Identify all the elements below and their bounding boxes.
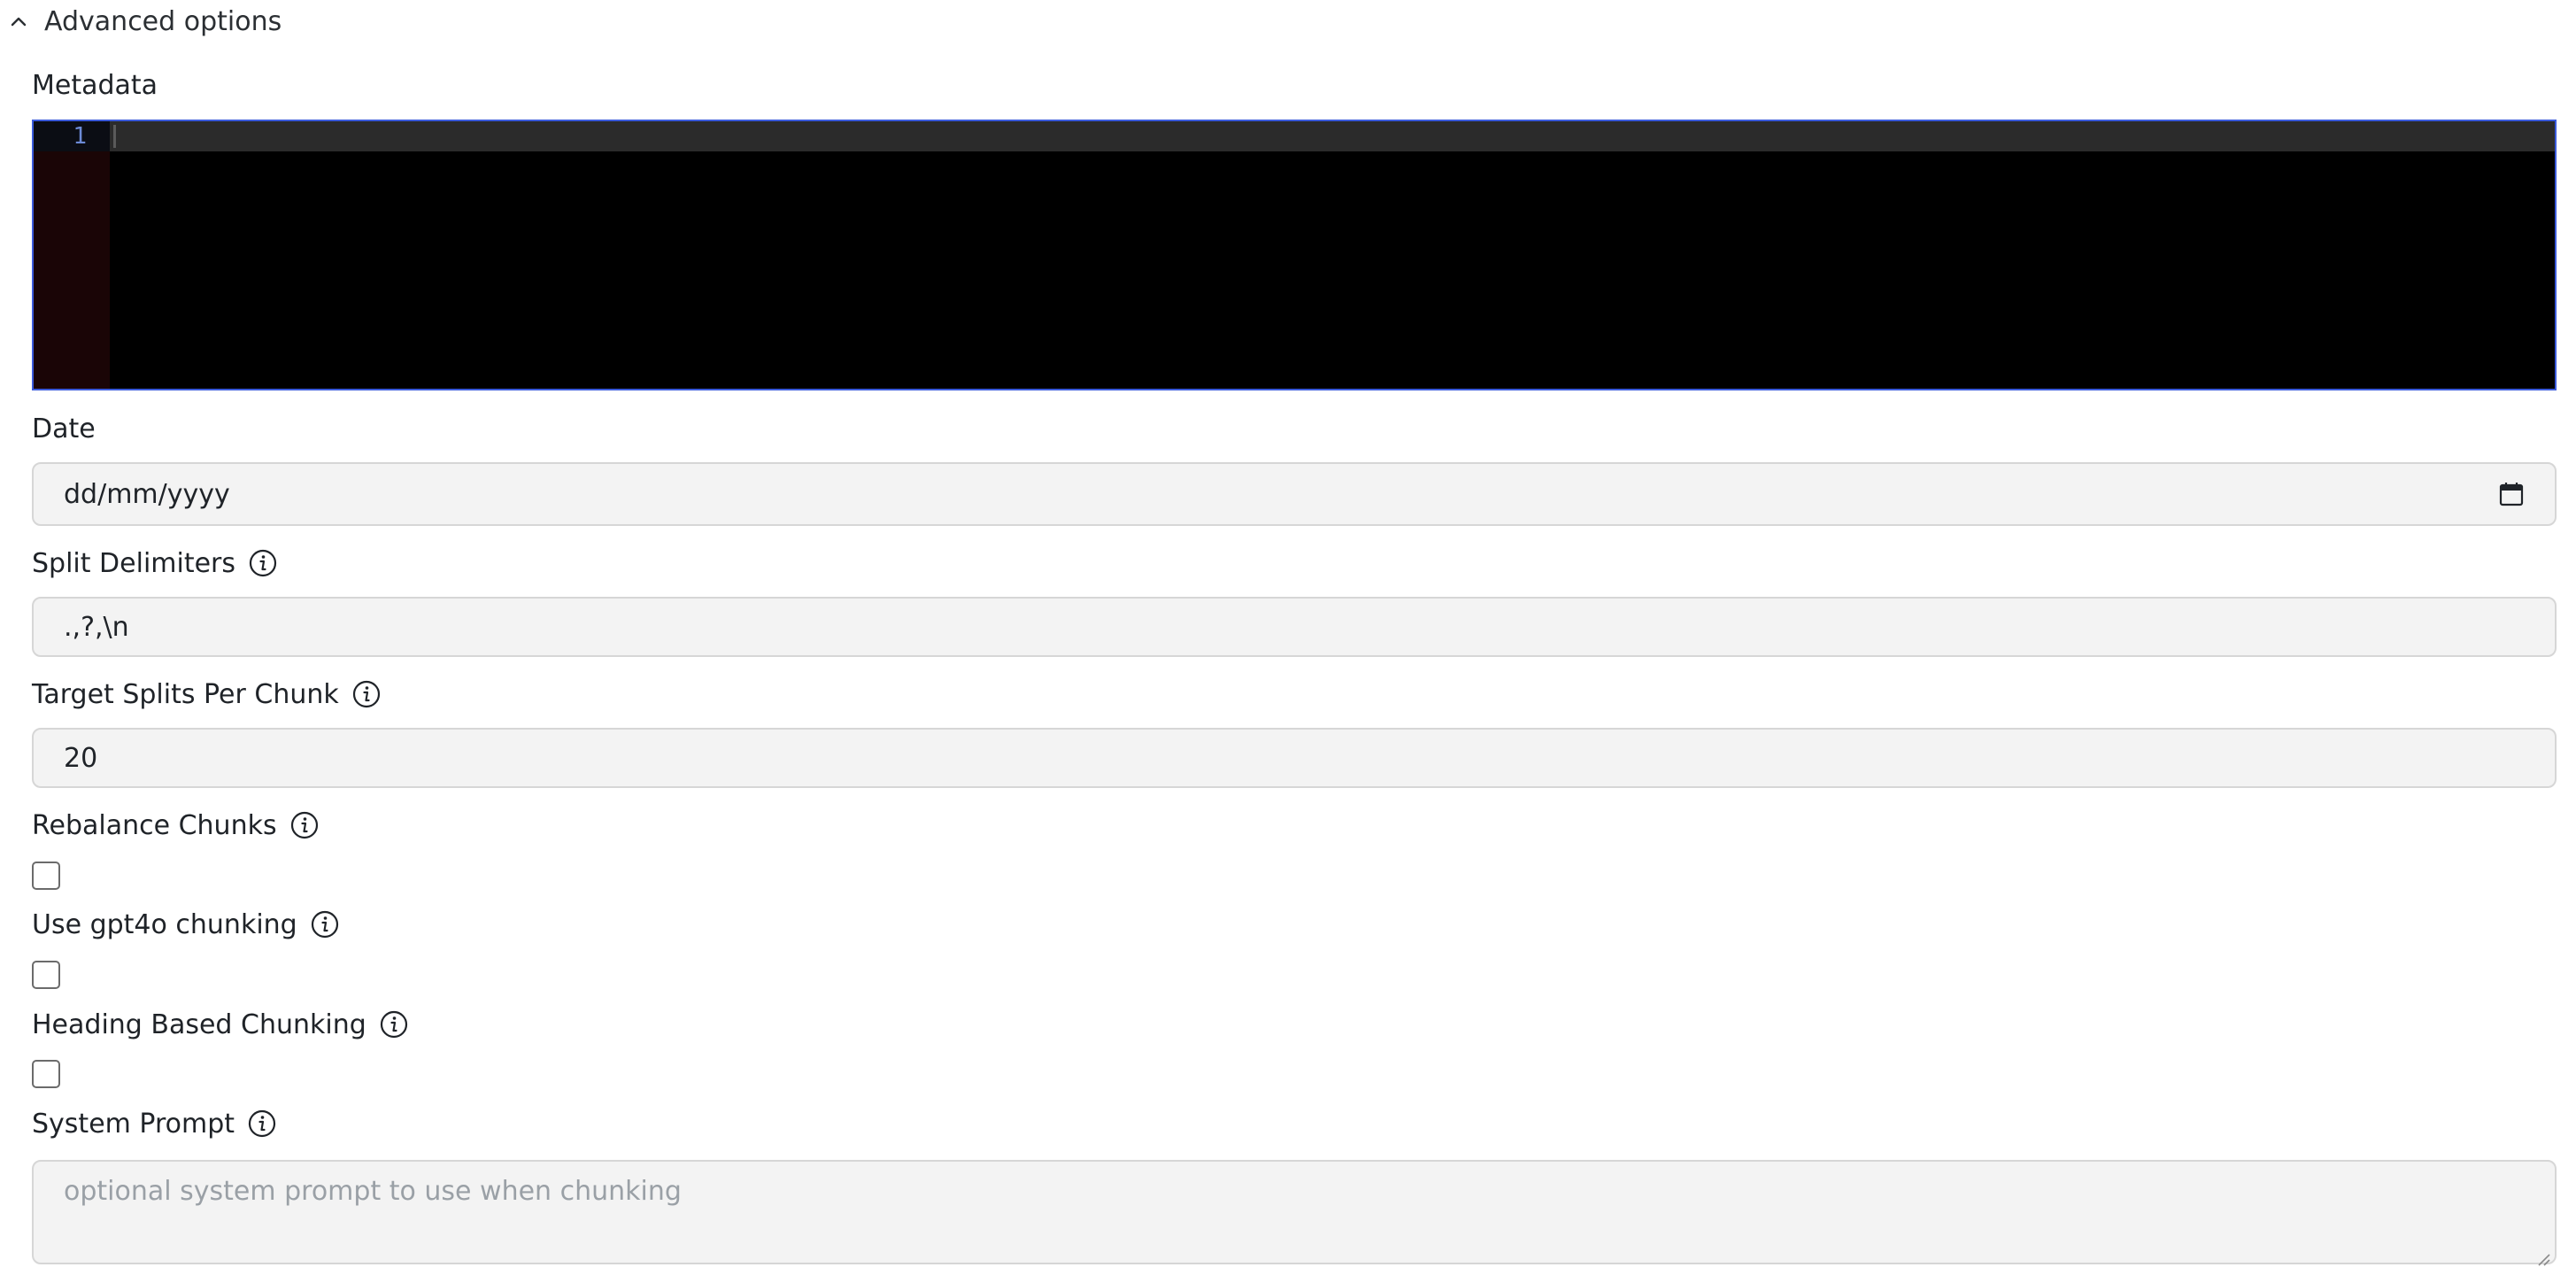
split-delimiters-label: Split Delimiters xyxy=(32,547,236,579)
info-icon[interactable] xyxy=(247,1109,277,1139)
system-prompt-placeholder: optional system prompt to use when chunk… xyxy=(64,1176,682,1207)
resize-handle-icon[interactable] xyxy=(2535,1243,2551,1266)
system-prompt-label: System Prompt xyxy=(32,1108,235,1140)
heading-label: Heading Based Chunking xyxy=(32,1008,366,1040)
rebalance-label-row: Rebalance Chunks xyxy=(32,808,320,843)
target-splits-label-row: Target Splits Per Chunk xyxy=(32,676,382,712)
metadata-editor[interactable]: 1 xyxy=(32,120,2557,390)
rebalance-checkbox[interactable] xyxy=(32,862,60,890)
date-label-row: Date xyxy=(32,411,96,446)
metadata-label-row: Metadata xyxy=(32,67,158,103)
info-icon[interactable] xyxy=(248,548,278,578)
date-placeholder: dd/mm/yyyy xyxy=(64,478,230,510)
line-number: 1 xyxy=(34,121,110,151)
editor-gutter xyxy=(34,121,110,389)
chevron-up-icon xyxy=(7,10,30,33)
target-splits-value: 20 xyxy=(64,742,98,774)
calendar-icon[interactable] xyxy=(2498,481,2525,507)
gpt4o-label-row: Use gpt4o chunking xyxy=(32,907,340,942)
rebalance-label: Rebalance Chunks xyxy=(32,809,277,841)
split-delimiters-value: .,?,\n xyxy=(64,611,129,643)
editor-cursor xyxy=(113,125,116,148)
date-label: Date xyxy=(32,413,96,444)
date-input[interactable]: dd/mm/yyyy xyxy=(32,462,2557,526)
heading-checkbox[interactable] xyxy=(32,1060,60,1088)
system-prompt-textarea[interactable]: optional system prompt to use when chunk… xyxy=(32,1160,2557,1266)
split-delimiters-label-row: Split Delimiters xyxy=(32,545,278,581)
advanced-options-toggle[interactable]: Advanced options xyxy=(7,0,282,42)
advanced-options-label: Advanced options xyxy=(44,5,282,37)
info-icon[interactable] xyxy=(351,679,382,709)
gpt4o-label: Use gpt4o chunking xyxy=(32,908,297,940)
target-splits-input[interactable]: 20 xyxy=(32,728,2557,788)
target-splits-label: Target Splits Per Chunk xyxy=(32,678,339,710)
info-icon[interactable] xyxy=(289,810,320,840)
editor-active-line[interactable] xyxy=(110,121,2555,151)
system-prompt-label-row: System Prompt xyxy=(32,1106,277,1141)
metadata-label: Metadata xyxy=(32,69,158,101)
advanced-options-panel: Advanced options Metadata 1 Date dd/mm/y… xyxy=(0,0,2576,1275)
heading-label-row: Heading Based Chunking xyxy=(32,1007,409,1042)
info-icon[interactable] xyxy=(310,909,340,939)
split-delimiters-input[interactable]: .,?,\n xyxy=(32,597,2557,657)
info-icon[interactable] xyxy=(379,1009,409,1039)
gpt4o-checkbox[interactable] xyxy=(32,961,60,989)
